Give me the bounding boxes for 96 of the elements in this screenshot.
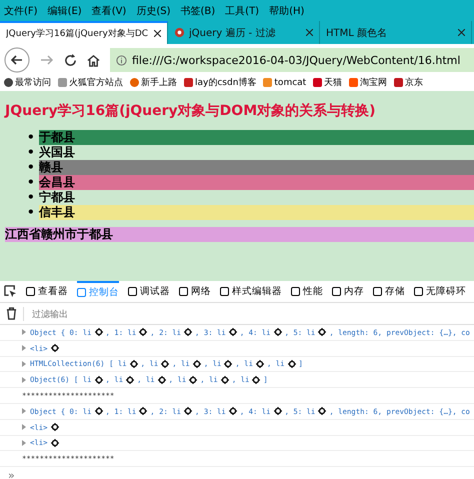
gear-icon[interactable] <box>224 360 232 368</box>
gear-icon[interactable] <box>50 438 59 447</box>
devtools-tab[interactable]: 查看器 <box>26 281 68 302</box>
close-icon[interactable] <box>154 30 161 37</box>
devtools-tab[interactable]: 内存 <box>332 281 364 302</box>
bookmark-item[interactable]: 火狐官方站点 <box>58 76 123 89</box>
list-item: 兴国县 <box>39 145 76 160</box>
address-field[interactable]: file:///G:/workspace2016-04-03/JQuery/WebContent/16.html <box>110 48 474 72</box>
gear-icon[interactable] <box>228 407 237 416</box>
bookmark-icon <box>313 78 322 87</box>
gear-icon[interactable] <box>274 328 282 336</box>
bookmark-icon <box>58 78 67 87</box>
bookmark-icon <box>184 78 193 87</box>
gear-icon[interactable] <box>139 328 148 336</box>
gear-icon[interactable] <box>94 376 103 384</box>
devtools-tab[interactable]: 性能 <box>291 281 323 302</box>
gear-icon[interactable] <box>50 423 59 432</box>
filter-field[interactable]: 过滤输出 <box>30 308 234 320</box>
gear-icon[interactable] <box>184 407 192 416</box>
bookmark-item[interactable]: 新手上路 <box>130 76 177 89</box>
list-item: 信丰县 <box>39 205 474 220</box>
gear-icon[interactable] <box>288 360 296 368</box>
picker-icon[interactable] <box>4 285 17 298</box>
gear-icon[interactable] <box>228 328 237 336</box>
menu-item[interactable]: 查看(V) <box>92 4 126 18</box>
gear-icon[interactable] <box>130 360 138 368</box>
bookmark-item[interactable]: 淘宝网 <box>349 76 388 89</box>
bullet: • <box>27 190 36 205</box>
bookmark-item[interactable]: 京东 <box>394 76 424 89</box>
bullet: • <box>27 205 36 220</box>
expand-icon[interactable] <box>22 408 26 414</box>
back-button[interactable] <box>4 47 30 73</box>
trash-icon[interactable] <box>6 307 17 320</box>
menu-item[interactable]: 文件(F) <box>4 4 38 18</box>
bookmark-icon <box>394 78 404 87</box>
page-heading: JQuery学习16篇(jQuery对象与DOM对象的关系与转换) <box>5 102 377 120</box>
gear-icon[interactable] <box>94 328 103 336</box>
bookmark-item[interactable]: lay的csdn博客 <box>184 76 256 89</box>
gear-icon[interactable] <box>256 360 264 368</box>
bookmark-icon <box>263 78 272 87</box>
list-item: 赣县 <box>39 160 474 175</box>
gear-icon[interactable] <box>220 376 229 384</box>
bookmark-item[interactable]: tomcat <box>263 78 306 88</box>
gear-icon[interactable] <box>50 344 59 352</box>
close-icon[interactable] <box>306 29 313 36</box>
devtools-tab[interactable]: 网络 <box>179 281 211 302</box>
close-icon[interactable] <box>458 29 465 36</box>
tab-title: HTML 颜色名 <box>326 26 388 40</box>
devtools-tab[interactable]: 存储 <box>373 281 405 302</box>
bookmark-item[interactable]: 天猫 <box>313 76 342 89</box>
list-item: 于都县 <box>39 130 474 145</box>
reload-icon[interactable] <box>64 54 77 66</box>
gear-icon[interactable] <box>158 376 166 384</box>
bookmark-icon <box>349 78 358 87</box>
expand-icon[interactable] <box>22 360 26 367</box>
menu-item[interactable]: 编辑(E) <box>48 4 82 18</box>
expand-icon[interactable] <box>22 329 26 336</box>
bookmark-icon <box>4 78 13 87</box>
expand-icon[interactable] <box>22 376 26 383</box>
browser-tab[interactable]: HTML 颜色名 <box>320 21 472 44</box>
devtools-tab[interactable]: 无障碍环 <box>414 281 466 302</box>
menu-item[interactable]: 历史(S) <box>136 4 170 18</box>
expand-icon[interactable] <box>22 440 26 446</box>
browser-tab[interactable]: jQuery 遍历 - 过滤 <box>168 21 320 44</box>
gear-icon[interactable] <box>139 407 148 416</box>
address-text: 江西省赣州市于都县 <box>5 227 474 242</box>
devtools-tab[interactable]: 样式编辑器 <box>220 281 282 302</box>
gear-icon[interactable] <box>94 407 103 416</box>
list-item: 宁都县 <box>39 190 76 205</box>
gear-icon[interactable] <box>189 376 198 384</box>
gear-icon[interactable] <box>161 360 170 368</box>
bullet: • <box>27 175 36 190</box>
list-item: 会昌县 <box>39 175 474 190</box>
gear-icon[interactable] <box>318 407 326 416</box>
menu-item[interactable]: 工具(T) <box>225 4 260 18</box>
bullet: • <box>27 160 36 175</box>
gear-icon[interactable] <box>274 407 282 416</box>
devtools-tab[interactable]: 控制台 <box>77 281 119 302</box>
info-icon <box>116 54 127 66</box>
bullet: • <box>27 130 36 145</box>
menu-item[interactable]: 帮助(H) <box>269 4 304 18</box>
gear-icon[interactable] <box>318 328 326 336</box>
bookmark-icon <box>130 78 139 87</box>
expand-icon[interactable] <box>22 345 26 352</box>
gear-icon[interactable] <box>252 376 260 384</box>
tab-title: jQuery 遍历 - 过滤 <box>189 26 276 40</box>
bookmark-item[interactable]: 最常访问 <box>4 76 51 89</box>
bullet: • <box>27 145 36 160</box>
gear-icon[interactable] <box>192 360 201 368</box>
home-icon[interactable] <box>87 54 100 66</box>
devtools-tab[interactable]: 调试器 <box>128 281 170 302</box>
expand-icon[interactable] <box>22 424 26 430</box>
console-prompt[interactable]: » <box>0 469 474 479</box>
menu-item[interactable]: 书签(B) <box>180 4 216 18</box>
gear-icon[interactable] <box>126 376 134 384</box>
gear-icon[interactable] <box>184 328 192 336</box>
